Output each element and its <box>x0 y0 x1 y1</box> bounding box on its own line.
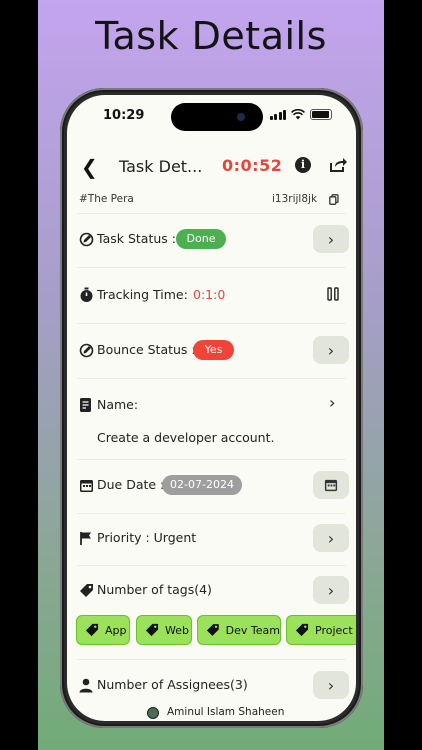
signal-icon <box>269 109 286 120</box>
tag-chip[interactable]: Web <box>136 615 192 645</box>
page-title: Task Det... <box>119 157 203 176</box>
bounce-status-row: Bounce Status : Yes › <box>67 330 356 370</box>
tags-row: Number of tags(4) › <box>67 570 356 610</box>
chevron-right-icon: › <box>327 528 335 548</box>
date-picker-button[interactable] <box>313 471 349 499</box>
pause-icon[interactable] <box>326 286 340 301</box>
task-status-badge: Done <box>176 229 226 249</box>
project-tag: #The Pera <box>79 193 134 205</box>
app-screen: 10:29 ❮ Task Det... 0:0:52 i #The Pera i… <box>67 95 356 721</box>
copy-icon[interactable] <box>329 194 339 205</box>
edit-status-icon <box>77 230 95 248</box>
task-status-button[interactable]: › <box>313 225 349 253</box>
dynamic-island <box>171 103 263 131</box>
assignee-name: Aminul Islam Shaheen <box>167 706 285 718</box>
chevron-right-icon: › <box>329 393 336 412</box>
divider <box>77 513 346 514</box>
assignee-item: Aminul Islam Shaheen <box>67 706 356 721</box>
tag-icon <box>85 623 99 637</box>
tag-chip[interactable]: Project <box>286 615 356 645</box>
due-date-label: Due Date : <box>97 477 165 492</box>
tag-icon <box>145 623 159 637</box>
priority-label: Priority : Urgent <box>97 530 197 545</box>
share-icon[interactable] <box>329 157 347 173</box>
chevron-left-icon[interactable]: ❮ <box>81 155 98 179</box>
task-status-label: Task Status : <box>97 231 176 246</box>
elapsed-timer: 0:0:52 <box>222 156 283 175</box>
chevron-right-icon: › <box>327 675 335 695</box>
tags-list: App Web Dev Team Project <box>67 615 356 645</box>
divider <box>77 565 346 566</box>
tracking-time-row: Tracking Time: 0:1:0 <box>67 275 356 315</box>
nav-bar: ❮ Task Det... 0:0:52 i <box>67 147 356 185</box>
stopwatch-icon <box>77 286 95 304</box>
flag-icon <box>77 529 95 547</box>
assignees-row: Number of Assignees(3) › <box>67 665 356 705</box>
task-name-value: Create a developer account. <box>97 430 275 445</box>
priority-button[interactable]: › <box>313 524 349 552</box>
divider <box>77 267 346 268</box>
info-icon[interactable]: i <box>295 157 311 173</box>
divider <box>77 213 346 214</box>
due-date-value: 02-07-2024 <box>162 475 242 495</box>
name-row[interactable]: Name: › Create a developer account. <box>67 385 356 453</box>
document-icon <box>77 396 95 414</box>
tracking-time-label: Tracking Time: <box>97 287 188 302</box>
divider <box>77 323 346 324</box>
assignees-label: Number of Assignees(3) <box>97 677 248 692</box>
status-bar-icons <box>269 109 332 120</box>
person-icon <box>77 676 95 694</box>
calendar-icon <box>77 476 95 494</box>
phone-frame: 10:29 ❮ Task Det... 0:0:52 i #The Pera i… <box>60 88 363 728</box>
tracking-time-value: 0:1:0 <box>193 287 226 302</box>
tags-label: Number of tags(4) <box>97 582 212 597</box>
tag-icon <box>77 581 95 599</box>
divider <box>77 659 346 660</box>
bounce-status-button[interactable]: › <box>313 336 349 364</box>
tag-icon <box>295 623 309 637</box>
status-bar-time: 10:29 <box>103 108 145 123</box>
tag-chip[interactable]: App <box>76 615 130 645</box>
bounce-status-badge: Yes <box>193 340 234 360</box>
divider <box>77 459 346 460</box>
chevron-right-icon: › <box>327 580 335 600</box>
task-id: i13rijl8jk <box>272 193 318 205</box>
chevron-right-icon: › <box>327 229 335 249</box>
tags-button[interactable]: › <box>313 576 349 604</box>
task-meta-row: #The Pera i13rijl8jk <box>67 193 356 209</box>
divider <box>77 378 346 379</box>
priority-row: Priority : Urgent › <box>67 518 356 558</box>
task-status-row: Task Status : Done › <box>67 219 356 259</box>
battery-icon <box>310 109 332 120</box>
bounce-status-label: Bounce Status : <box>97 342 196 357</box>
wifi-icon <box>291 109 305 120</box>
calendar-icon <box>324 479 338 492</box>
edit-bounce-icon <box>77 341 95 359</box>
due-date-row: Due Date : 02-07-2024 <box>67 465 356 505</box>
avatar <box>147 707 159 719</box>
chevron-right-icon: › <box>327 340 335 360</box>
assignees-button[interactable]: › <box>313 671 349 699</box>
tag-icon <box>206 624 219 636</box>
hero-title: Task Details <box>95 14 327 58</box>
tag-chip[interactable]: Dev Team <box>197 615 281 645</box>
name-label: Name: <box>97 397 139 412</box>
